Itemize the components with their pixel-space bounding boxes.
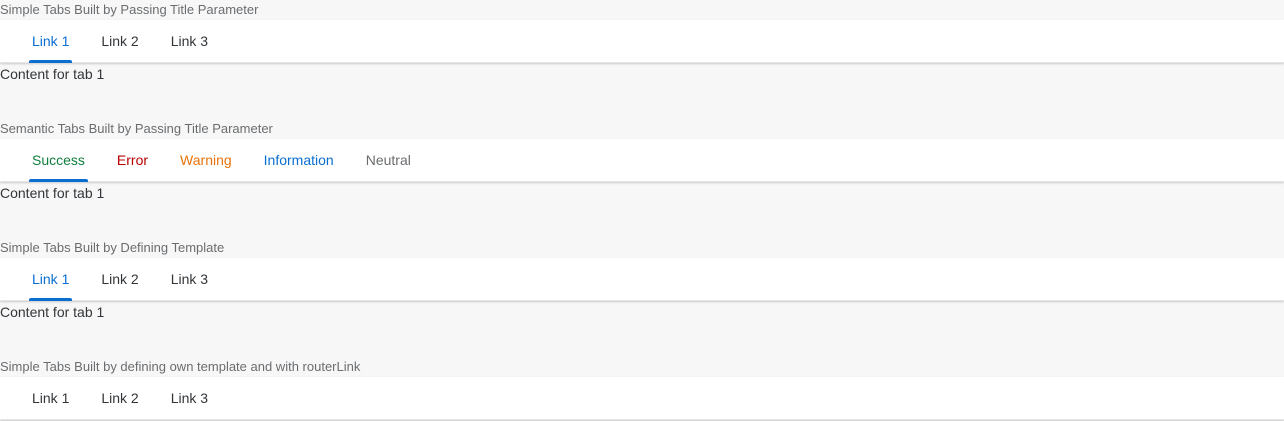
tab-link-1[interactable]: Link 1 (16, 377, 85, 419)
tab-list: Success Error Warning Information Neutra… (16, 139, 427, 182)
tab-link-2[interactable]: Link 2 (85, 258, 154, 300)
tab-warning[interactable]: Warning (164, 139, 248, 181)
tab-content: Content for tab 1 (0, 304, 105, 320)
tab-content: Content for tab 1 (0, 66, 105, 82)
tab-error[interactable]: Error (101, 139, 164, 181)
tabs-demo-page: Simple Tabs Built by Passing Title Param… (0, 0, 1284, 421)
tab-bar: Link 1 Link 2 Link 3 (0, 377, 1284, 420)
tab-link-2[interactable]: Link 2 (85, 377, 154, 419)
tab-link-3[interactable]: Link 3 (155, 377, 224, 419)
tab-link-3[interactable]: Link 3 (155, 258, 224, 300)
tab-link-2[interactable]: Link 2 (85, 20, 154, 62)
tab-bar: Success Error Warning Information Neutra… (0, 139, 1284, 182)
section-title: Simple Tabs Built by Defining Template (0, 240, 225, 255)
section-title: Simple Tabs Built by Passing Title Param… (0, 2, 259, 17)
tab-list: Link 1 Link 2 Link 3 (16, 258, 224, 301)
tab-link-1[interactable]: Link 1 (16, 20, 85, 63)
section-title: Simple Tabs Built by defining own templa… (0, 359, 361, 374)
tab-information[interactable]: Information (248, 139, 350, 181)
tab-bar: Link 1 Link 2 Link 3 (0, 258, 1284, 301)
section-title: Semantic Tabs Built by Passing Title Par… (0, 121, 273, 136)
tab-list: Link 1 Link 2 Link 3 (16, 377, 224, 419)
tab-list: Link 1 Link 2 Link 3 (16, 20, 224, 63)
tab-bar: Link 1 Link 2 Link 3 (0, 20, 1284, 63)
tab-success[interactable]: Success (16, 139, 101, 182)
tab-neutral[interactable]: Neutral (350, 139, 427, 181)
tab-content: Content for tab 1 (0, 185, 105, 201)
tab-link-3[interactable]: Link 3 (155, 20, 224, 62)
tab-link-1[interactable]: Link 1 (16, 258, 85, 301)
